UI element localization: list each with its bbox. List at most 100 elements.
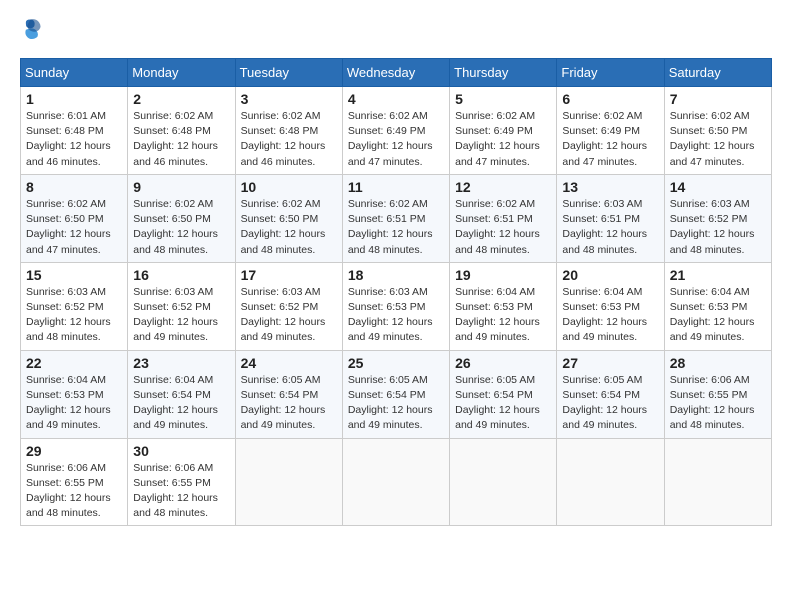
calendar-cell: 23 Sunrise: 6:04 AMSunset: 6:54 PMDayligh… [128, 350, 235, 438]
day-info: Sunrise: 6:02 AMSunset: 6:49 PMDaylight:… [562, 109, 658, 170]
day-number: 29 [26, 443, 122, 459]
calendar-cell: 28 Sunrise: 6:06 AMSunset: 6:55 PMDayligh… [664, 350, 771, 438]
day-number: 6 [562, 91, 658, 107]
day-number: 21 [670, 267, 766, 283]
page-header [20, 20, 772, 42]
day-number: 25 [348, 355, 444, 371]
calendar-cell: 24 Sunrise: 6:05 AMSunset: 6:54 PMDayligh… [235, 350, 342, 438]
day-info: Sunrise: 6:02 AMSunset: 6:50 PMDaylight:… [133, 197, 229, 258]
day-number: 22 [26, 355, 122, 371]
calendar-cell: 12 Sunrise: 6:02 AMSunset: 6:51 PMDayligh… [450, 174, 557, 262]
calendar-week-1: 1 Sunrise: 6:01 AMSunset: 6:48 PMDaylight… [21, 87, 772, 175]
calendar-cell: 2 Sunrise: 6:02 AMSunset: 6:48 PMDaylight… [128, 87, 235, 175]
weekday-saturday: Saturday [664, 59, 771, 87]
calendar-cell: 21 Sunrise: 6:04 AMSunset: 6:53 PMDayligh… [664, 262, 771, 350]
day-number: 4 [348, 91, 444, 107]
calendar-header-row: SundayMondayTuesdayWednesdayThursdayFrid… [21, 59, 772, 87]
calendar-cell: 15 Sunrise: 6:03 AMSunset: 6:52 PMDayligh… [21, 262, 128, 350]
day-info: Sunrise: 6:03 AMSunset: 6:52 PMDaylight:… [670, 197, 766, 258]
day-number: 13 [562, 179, 658, 195]
day-number: 27 [562, 355, 658, 371]
calendar-cell [450, 438, 557, 526]
day-info: Sunrise: 6:02 AMSunset: 6:49 PMDaylight:… [455, 109, 551, 170]
day-number: 14 [670, 179, 766, 195]
day-info: Sunrise: 6:03 AMSunset: 6:51 PMDaylight:… [562, 197, 658, 258]
calendar-cell: 14 Sunrise: 6:03 AMSunset: 6:52 PMDayligh… [664, 174, 771, 262]
weekday-tuesday: Tuesday [235, 59, 342, 87]
day-number: 7 [670, 91, 766, 107]
weekday-friday: Friday [557, 59, 664, 87]
calendar-cell [557, 438, 664, 526]
day-info: Sunrise: 6:03 AMSunset: 6:52 PMDaylight:… [26, 285, 122, 346]
day-info: Sunrise: 6:03 AMSunset: 6:52 PMDaylight:… [133, 285, 229, 346]
day-info: Sunrise: 6:02 AMSunset: 6:51 PMDaylight:… [455, 197, 551, 258]
day-number: 9 [133, 179, 229, 195]
calendar-table: SundayMondayTuesdayWednesdayThursdayFrid… [20, 58, 772, 526]
calendar-cell: 26Sunrise: 6:05 AMSunset: 6:54 PMDayligh… [450, 350, 557, 438]
day-info: Sunrise: 6:04 AMSunset: 6:53 PMDaylight:… [670, 285, 766, 346]
day-number: 24 [241, 355, 337, 371]
day-number: 18 [348, 267, 444, 283]
calendar-cell: 3Sunrise: 6:02 AMSunset: 6:48 PMDaylight… [235, 87, 342, 175]
weekday-monday: Monday [128, 59, 235, 87]
day-number: 10 [241, 179, 337, 195]
day-number: 19 [455, 267, 551, 283]
day-info: Sunrise: 6:02 AMSunset: 6:49 PMDaylight:… [348, 109, 444, 170]
day-number: 8 [26, 179, 122, 195]
logo-icon [20, 18, 42, 40]
calendar-week-3: 15 Sunrise: 6:03 AMSunset: 6:52 PMDayligh… [21, 262, 772, 350]
day-number: 12 [455, 179, 551, 195]
calendar-cell: 1 Sunrise: 6:01 AMSunset: 6:48 PMDaylight… [21, 87, 128, 175]
day-info: Sunrise: 6:04 AMSunset: 6:54 PMDaylight:… [133, 373, 229, 434]
day-info: Sunrise: 6:05 AMSunset: 6:54 PMDaylight:… [241, 373, 337, 434]
calendar-cell: 25 Sunrise: 6:05 AMSunset: 6:54 PMDayligh… [342, 350, 449, 438]
day-info: Sunrise: 6:05 AMSunset: 6:54 PMDaylight:… [348, 373, 444, 434]
calendar-cell: 9 Sunrise: 6:02 AMSunset: 6:50 PMDaylight… [128, 174, 235, 262]
calendar-cell: 4 Sunrise: 6:02 AMSunset: 6:49 PMDaylight… [342, 87, 449, 175]
calendar-cell: 11 Sunrise: 6:02 AMSunset: 6:51 PMDayligh… [342, 174, 449, 262]
calendar-cell: 7Sunrise: 6:02 AMSunset: 6:50 PMDaylight… [664, 87, 771, 175]
day-number: 15 [26, 267, 122, 283]
calendar-cell: 22Sunrise: 6:04 AMSunset: 6:53 PMDayligh… [21, 350, 128, 438]
day-number: 5 [455, 91, 551, 107]
day-info: Sunrise: 6:06 AMSunset: 6:55 PMDaylight:… [133, 461, 229, 522]
weekday-wednesday: Wednesday [342, 59, 449, 87]
calendar-cell: 5 Sunrise: 6:02 AMSunset: 6:49 PMDaylight… [450, 87, 557, 175]
calendar-cell: 10 Sunrise: 6:02 AMSunset: 6:50 PMDayligh… [235, 174, 342, 262]
calendar-cell [235, 438, 342, 526]
calendar-cell: 19Sunrise: 6:04 AMSunset: 6:53 PMDayligh… [450, 262, 557, 350]
day-info: Sunrise: 6:02 AMSunset: 6:50 PMDaylight:… [241, 197, 337, 258]
day-number: 20 [562, 267, 658, 283]
day-number: 2 [133, 91, 229, 107]
calendar-cell: 6 Sunrise: 6:02 AMSunset: 6:49 PMDaylight… [557, 87, 664, 175]
day-number: 3 [241, 91, 337, 107]
day-info: Sunrise: 6:05 AMSunset: 6:54 PMDaylight:… [562, 373, 658, 434]
weekday-sunday: Sunday [21, 59, 128, 87]
day-number: 23 [133, 355, 229, 371]
weekday-thursday: Thursday [450, 59, 557, 87]
calendar-cell: 30 Sunrise: 6:06 AMSunset: 6:55 PMDayligh… [128, 438, 235, 526]
calendar-cell: 13 Sunrise: 6:03 AMSunset: 6:51 PMDayligh… [557, 174, 664, 262]
day-info: Sunrise: 6:02 AMSunset: 6:51 PMDaylight:… [348, 197, 444, 258]
calendar-cell [664, 438, 771, 526]
day-info: Sunrise: 6:04 AMSunset: 6:53 PMDaylight:… [562, 285, 658, 346]
day-number: 30 [133, 443, 229, 459]
day-info: Sunrise: 6:02 AMSunset: 6:50 PMDaylight:… [26, 197, 122, 258]
calendar-cell: 8 Sunrise: 6:02 AMSunset: 6:50 PMDaylight… [21, 174, 128, 262]
calendar-cell: 20 Sunrise: 6:04 AMSunset: 6:53 PMDayligh… [557, 262, 664, 350]
calendar-cell: 18Sunrise: 6:03 AMSunset: 6:53 PMDayligh… [342, 262, 449, 350]
calendar-cell [342, 438, 449, 526]
calendar-cell: 27 Sunrise: 6:05 AMSunset: 6:54 PMDayligh… [557, 350, 664, 438]
calendar-cell: 17Sunrise: 6:03 AMSunset: 6:52 PMDayligh… [235, 262, 342, 350]
day-number: 11 [348, 179, 444, 195]
day-number: 17 [241, 267, 337, 283]
day-number: 1 [26, 91, 122, 107]
logo [20, 20, 46, 42]
calendar-cell: 16 Sunrise: 6:03 AMSunset: 6:52 PMDayligh… [128, 262, 235, 350]
day-number: 28 [670, 355, 766, 371]
day-info: Sunrise: 6:06 AMSunset: 6:55 PMDaylight:… [670, 373, 766, 434]
day-info: Sunrise: 6:02 AMSunset: 6:48 PMDaylight:… [133, 109, 229, 170]
day-number: 16 [133, 267, 229, 283]
day-number: 26 [455, 355, 551, 371]
day-info: Sunrise: 6:01 AMSunset: 6:48 PMDaylight:… [26, 109, 122, 170]
